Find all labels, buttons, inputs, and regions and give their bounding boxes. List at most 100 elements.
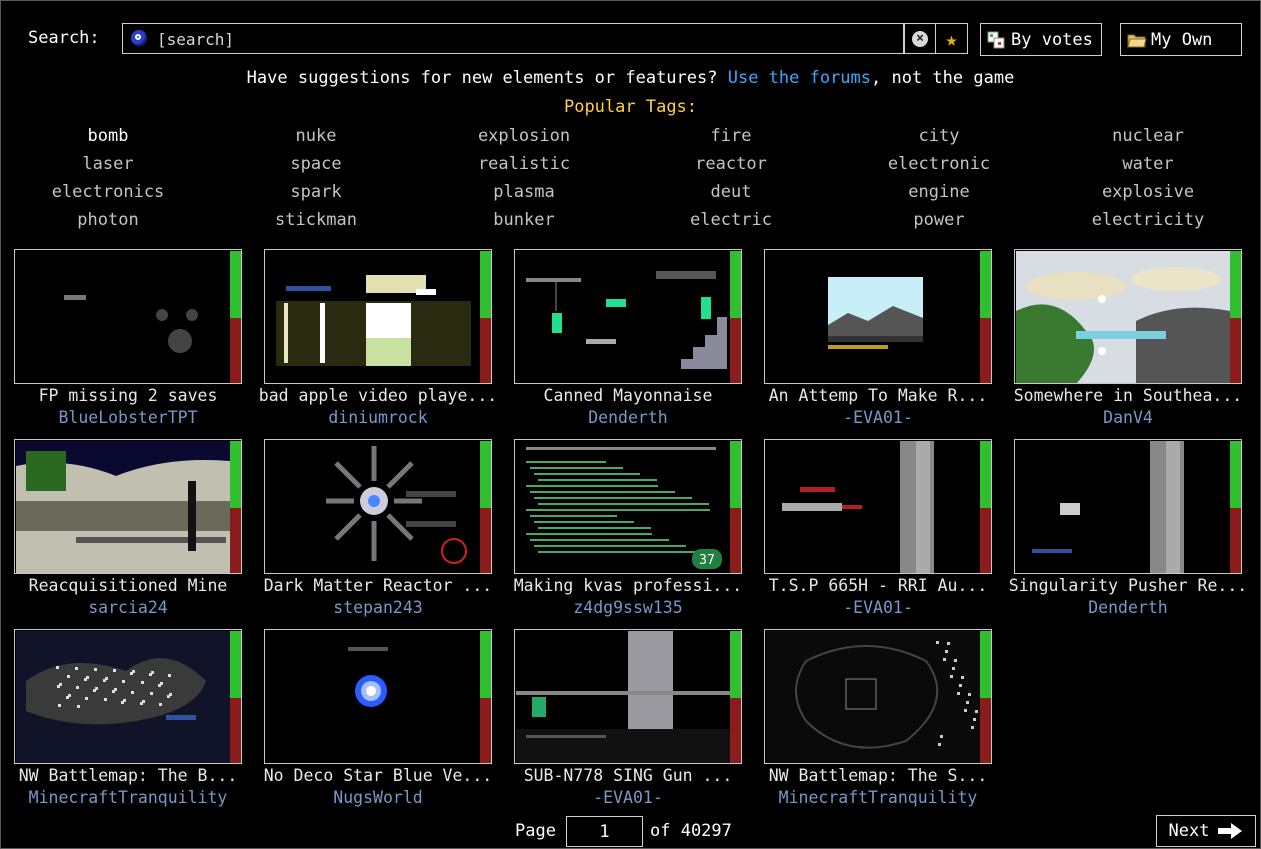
save-thumbnail[interactable]: [264, 439, 492, 574]
vote-bar-up: [1230, 441, 1241, 508]
save-author[interactable]: -EVA01-: [758, 598, 998, 617]
save-card[interactable]: Singularity Pusher Re... Denderth: [1009, 439, 1247, 619]
vote-bar-up: [230, 251, 241, 318]
save-card[interactable]: Dark Matter Reactor ... stepan243: [264, 439, 492, 619]
tag-electronics[interactable]: electronics: [0, 182, 218, 202]
tag-bunker[interactable]: bunker: [414, 210, 634, 230]
tag-fire[interactable]: fire: [621, 126, 841, 146]
save-thumbnail[interactable]: [514, 629, 742, 764]
search-icon: [131, 30, 147, 46]
save-card[interactable]: T.S.P 665H - RRI Au... -EVA01-: [764, 439, 992, 619]
tag-explosion[interactable]: explosion: [414, 126, 634, 146]
vote-bar-up: [980, 631, 991, 698]
tag-power[interactable]: power: [829, 210, 1049, 230]
tag-plasma[interactable]: plasma: [414, 182, 634, 202]
save-badge: 37: [699, 553, 715, 568]
my-own-button[interactable]: My Own: [1120, 23, 1242, 56]
save-card[interactable]: Canned Mayonnaise Denderth: [514, 249, 742, 429]
save-title[interactable]: Making kvas professi...: [508, 576, 748, 595]
save-title[interactable]: SUB-N778 SING Gun ...: [508, 766, 748, 785]
save-author[interactable]: z4dg9ssw135: [508, 598, 748, 617]
save-title[interactable]: T.S.P 665H - RRI Au...: [758, 576, 998, 595]
save-card[interactable]: bad apple video playe... diniumrock: [259, 249, 497, 429]
save-thumbnail[interactable]: [764, 629, 992, 764]
save-thumbnail[interactable]: [1014, 249, 1242, 384]
vote-bar: [230, 631, 241, 763]
arrow-right-icon: [1217, 822, 1243, 840]
tag-reactor[interactable]: reactor: [621, 154, 841, 174]
save-card[interactable]: NW Battlemap: The B... MinecraftTranquili…: [14, 629, 242, 809]
save-title[interactable]: Reacquisitioned Mine: [8, 576, 248, 595]
vote-bar: [730, 631, 741, 763]
tag-laser[interactable]: laser: [0, 154, 218, 174]
save-thumbnail[interactable]: [14, 249, 242, 384]
tag-realistic[interactable]: realistic: [414, 154, 634, 174]
save-thumbnail[interactable]: 37: [514, 439, 742, 574]
save-author[interactable]: MinecraftTranquility: [758, 788, 998, 807]
tag-electricity[interactable]: electricity: [1038, 210, 1258, 230]
save-title[interactable]: NW Battlemap: The B...: [8, 766, 248, 785]
save-title[interactable]: Somewhere in Southea...: [1008, 386, 1248, 405]
tag-spark[interactable]: spark: [206, 182, 426, 202]
tag-nuclear[interactable]: nuclear: [1038, 126, 1258, 146]
tag-stickman[interactable]: stickman: [206, 210, 426, 230]
save-thumbnail[interactable]: [264, 249, 492, 384]
save-card[interactable]: 37 Making kvas professi... z4dg9ssw135: [514, 439, 742, 619]
by-votes-button[interactable]: By votes: [980, 23, 1102, 56]
notice-prefix: Have suggestions for new elements or fea…: [246, 68, 728, 88]
tag-engine[interactable]: engine: [829, 182, 1049, 202]
save-title[interactable]: Canned Mayonnaise: [508, 386, 748, 405]
save-card[interactable]: Somewhere in Southea... DanV4: [1014, 249, 1242, 429]
save-author[interactable]: NugsWorld: [258, 788, 498, 807]
save-thumbnail[interactable]: [764, 439, 992, 574]
tag-nuke[interactable]: nuke: [206, 126, 426, 146]
search-box[interactable]: [122, 23, 904, 54]
save-author[interactable]: diniumrock: [258, 408, 498, 427]
save-author[interactable]: MinecraftTranquility: [8, 788, 248, 807]
save-author[interactable]: -EVA01-: [758, 408, 998, 427]
save-title[interactable]: No Deco Star Blue Ve...: [258, 766, 498, 785]
save-title[interactable]: An Attemp To Make R...: [758, 386, 998, 405]
tag-electric[interactable]: electric: [621, 210, 841, 230]
save-author[interactable]: sarcia24: [8, 598, 248, 617]
tag-electronic[interactable]: electronic: [829, 154, 1049, 174]
save-title[interactable]: Singularity Pusher Re...: [1008, 576, 1248, 595]
save-author[interactable]: DanV4: [1008, 408, 1248, 427]
forum-link[interactable]: Use the forums: [728, 68, 871, 88]
tag-city[interactable]: city: [829, 126, 1049, 146]
save-thumbnail[interactable]: [14, 439, 242, 574]
search-input[interactable]: [155, 27, 899, 51]
next-page-button[interactable]: Next: [1156, 815, 1256, 847]
save-title[interactable]: FP missing 2 saves: [8, 386, 248, 405]
save-card[interactable]: An Attemp To Make R... -EVA01-: [764, 249, 992, 429]
save-card[interactable]: SUB-N778 SING Gun ... -EVA01-: [514, 629, 742, 809]
save-card[interactable]: FP missing 2 saves BlueLobsterTPT: [14, 249, 242, 429]
save-author[interactable]: Denderth: [1008, 598, 1248, 617]
save-author[interactable]: Denderth: [508, 408, 748, 427]
save-card[interactable]: No Deco Star Blue Ve... NugsWorld: [264, 629, 492, 809]
page-total: of 40297: [650, 821, 732, 841]
tag-deut[interactable]: deut: [621, 182, 841, 202]
save-author[interactable]: -EVA01-: [508, 788, 748, 807]
save-title[interactable]: bad apple video playe...: [258, 386, 498, 405]
save-thumbnail[interactable]: [764, 249, 992, 384]
save-author[interactable]: stepan243: [258, 598, 498, 617]
save-thumbnail[interactable]: [14, 629, 242, 764]
save-author[interactable]: BlueLobsterTPT: [8, 408, 248, 427]
clear-search-button[interactable]: ×: [904, 23, 936, 54]
tag-space[interactable]: space: [206, 154, 426, 174]
save-thumbnail[interactable]: [1014, 439, 1242, 574]
save-thumbnail[interactable]: [264, 629, 492, 764]
popular-tags-title: Popular Tags:: [563, 97, 698, 117]
tag-photon[interactable]: photon: [0, 210, 218, 230]
save-card[interactable]: Reacquisitioned Mine sarcia24: [14, 439, 242, 619]
tag-explosive[interactable]: explosive: [1038, 182, 1258, 202]
tag-water[interactable]: water: [1038, 154, 1258, 174]
favorites-button[interactable]: ★: [935, 23, 968, 54]
save-title[interactable]: NW Battlemap: The S...: [758, 766, 998, 785]
tag-bomb[interactable]: bomb: [0, 126, 218, 146]
save-card[interactable]: NW Battlemap: The S... MinecraftTranquili…: [764, 629, 992, 809]
page-number-input[interactable]: [566, 816, 643, 847]
save-title[interactable]: Dark Matter Reactor ...: [258, 576, 498, 595]
save-thumbnail[interactable]: [514, 249, 742, 384]
